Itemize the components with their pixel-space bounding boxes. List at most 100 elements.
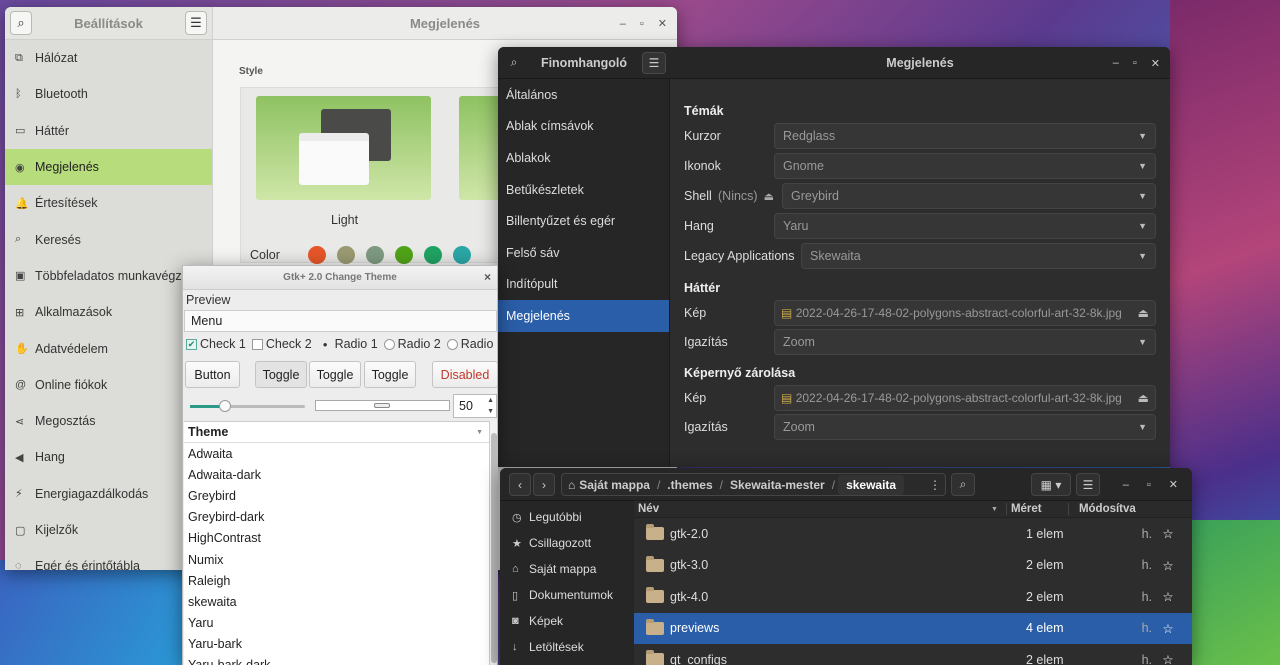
sidebar-item[interactable]: ⌕ Keresés bbox=[5, 221, 212, 257]
minimize-icon[interactable]: – bbox=[1123, 479, 1129, 491]
star-icon[interactable]: ☆ bbox=[1152, 652, 1184, 665]
maximize-icon[interactable]: ▫ bbox=[640, 18, 644, 30]
search-button[interactable]: ⌕ bbox=[951, 473, 975, 496]
sidebar-item[interactable]: ⋖ Megosztás bbox=[5, 403, 212, 439]
theme-list-item[interactable]: Adwaita-dark bbox=[184, 464, 489, 485]
theme-list-item[interactable]: Adwaita bbox=[184, 443, 489, 464]
theme-list-item[interactable]: HighContrast bbox=[184, 528, 489, 549]
star-icon[interactable]: ☆ bbox=[1152, 589, 1184, 604]
search-button[interactable]: ⌕ bbox=[502, 52, 526, 74]
checkbox-checked-icon[interactable]: ✔ bbox=[186, 338, 197, 350]
minimize-icon[interactable]: – bbox=[620, 18, 626, 30]
close-icon[interactable]: ✕ bbox=[658, 17, 667, 30]
tweaks-sidebar-item[interactable]: Indítópult bbox=[498, 269, 669, 301]
col-size[interactable]: Méret bbox=[1005, 503, 1068, 515]
sidebar-item[interactable]: ◀ Hang bbox=[5, 439, 212, 475]
menu-button[interactable]: ☰ bbox=[1076, 473, 1100, 496]
color-swatch[interactable] bbox=[395, 246, 413, 264]
lock-adjust-dropdown[interactable]: Zoom ▼ bbox=[774, 414, 1156, 440]
radio-selected-icon[interactable]: ● bbox=[323, 340, 328, 349]
tweaks-sidebar-item[interactable]: Általános bbox=[498, 79, 669, 111]
sidebar-item[interactable]: ◌ Egér és érintőtábla bbox=[5, 548, 212, 570]
maximize-icon[interactable]: ▫ bbox=[1147, 479, 1151, 491]
col-modified[interactable]: Módosítva bbox=[1067, 503, 1148, 515]
color-swatch[interactable] bbox=[337, 246, 355, 264]
sidebar-item[interactable]: ▢ Kijelzők bbox=[5, 512, 212, 548]
icons-dropdown[interactable]: Gnome ▼ bbox=[774, 153, 1156, 179]
color-swatch[interactable] bbox=[424, 246, 442, 264]
table-row[interactable]: gtk-3.0 2 elem h. ☆ bbox=[634, 550, 1192, 582]
files-sidebar-item[interactable]: ▯ Dokumentumok bbox=[500, 582, 634, 608]
sidebar-item[interactable]: ᛒ Bluetooth bbox=[5, 76, 212, 112]
theme-list-item[interactable]: Numix bbox=[184, 549, 489, 570]
color-swatch[interactable] bbox=[453, 246, 471, 264]
slider[interactable] bbox=[190, 400, 305, 412]
bg-image-chooser[interactable]: ▤ 2022-04-26-17-48-02-polygons-abstract-… bbox=[774, 300, 1156, 326]
back-button[interactable]: ‹ bbox=[509, 473, 531, 496]
tweaks-sidebar-item[interactable]: Felső sáv bbox=[498, 237, 669, 269]
close-icon[interactable]: ✕ bbox=[1169, 478, 1178, 491]
tweaks-sidebar-item[interactable]: Ablak címsávok bbox=[498, 111, 669, 143]
tweaks-sidebar-item[interactable]: Ablakok bbox=[498, 142, 669, 174]
sidebar-item[interactable]: ⧉ Hálózat bbox=[5, 40, 212, 76]
light-style-option[interactable] bbox=[256, 96, 431, 200]
slider-handle[interactable] bbox=[218, 400, 231, 412]
list-scrollbar[interactable] bbox=[489, 421, 497, 665]
sidebar-item[interactable]: ▭ Háttér bbox=[5, 113, 212, 149]
shell-dropdown[interactable]: Greybird ▼ bbox=[782, 183, 1156, 209]
table-row[interactable]: qt_configs 2 elem h. ☆ bbox=[634, 644, 1192, 665]
theme-list-item[interactable]: Greybird bbox=[184, 485, 489, 506]
breadcrumb-skewaita-mester[interactable]: Skewaita-mester bbox=[730, 478, 825, 492]
col-name[interactable]: Név bbox=[634, 503, 1004, 515]
color-swatch[interactable] bbox=[366, 246, 384, 264]
lock-image-chooser[interactable]: ▤ 2022-04-26-17-48-02-polygons-abstract-… bbox=[774, 385, 1156, 411]
sidebar-item[interactable]: ⚡ Energiagazdálkodás bbox=[5, 476, 212, 512]
spin-button[interactable]: 50 ▲ ▼ bbox=[453, 394, 497, 418]
sidebar-item[interactable]: ✋ Adatvédelem bbox=[5, 330, 212, 366]
theme-list-item[interactable]: Greybird-dark bbox=[184, 507, 489, 528]
breadcrumb-themes[interactable]: .themes bbox=[667, 478, 712, 492]
color-swatch[interactable] bbox=[308, 246, 326, 264]
minimize-icon[interactable]: – bbox=[1113, 57, 1119, 69]
button[interactable]: Button bbox=[185, 361, 240, 388]
legacy-dropdown[interactable]: Skewaita ▼ bbox=[801, 243, 1156, 269]
files-sidebar-item[interactable]: ◷ Legutóbbi bbox=[500, 504, 634, 530]
dark-style-option[interactable] bbox=[459, 96, 499, 200]
sidebar-item[interactable]: 🔔 Értesítések bbox=[5, 185, 212, 221]
star-icon[interactable]: ☆ bbox=[1152, 621, 1184, 636]
theme-list-item[interactable]: Yaru-bark bbox=[184, 634, 489, 655]
close-icon[interactable]: × bbox=[484, 270, 491, 284]
menu-bar[interactable]: Menu bbox=[184, 310, 497, 332]
radio-icon[interactable] bbox=[446, 338, 458, 350]
breadcrumb-current[interactable]: skewaita bbox=[838, 474, 905, 495]
spin-arrows-icon[interactable]: ▲ ▼ bbox=[487, 395, 494, 417]
sidebar-item[interactable]: @ Online fiókok bbox=[5, 367, 212, 403]
theme-column-header[interactable]: Theme ▼ bbox=[184, 422, 489, 443]
star-icon[interactable]: ☆ bbox=[1152, 526, 1184, 541]
table-row[interactable]: previews 4 elem h. ☆ bbox=[634, 612, 1192, 644]
star-icon[interactable]: ☆ bbox=[1152, 558, 1184, 573]
files-sidebar-item[interactable]: ⌂ Saját mappa bbox=[500, 556, 634, 582]
toggle-button-1[interactable]: Toggle bbox=[255, 361, 307, 388]
tweaks-sidebar-item[interactable]: Billentyűzet és egér bbox=[498, 205, 669, 237]
close-icon[interactable]: ✕ bbox=[1151, 57, 1160, 70]
menu-button[interactable]: ☰ bbox=[185, 11, 207, 35]
menu-button[interactable]: ☰ bbox=[641, 51, 666, 74]
theme-list-item[interactable]: Raleigh bbox=[184, 570, 489, 591]
table-row[interactable]: gtk-4.0 2 elem h. ☆ bbox=[634, 581, 1192, 613]
checkbox-icon[interactable] bbox=[251, 338, 263, 350]
toggle-button-2[interactable]: Toggle bbox=[309, 361, 361, 388]
maximize-icon[interactable]: ▫ bbox=[1133, 57, 1137, 69]
view-mode-button[interactable]: ▦ ▾ bbox=[1031, 473, 1071, 496]
sound-dropdown[interactable]: Yaru ▼ bbox=[774, 213, 1156, 239]
sidebar-item[interactable]: ⊞ Alkalmazások bbox=[5, 294, 212, 330]
sidebar-item[interactable]: ▣ Többfeladatos munkavégzés bbox=[5, 258, 212, 294]
cursor-dropdown[interactable]: Redglass ▼ bbox=[774, 123, 1156, 149]
tweaks-sidebar-item[interactable]: Betűkészletek bbox=[498, 174, 669, 206]
theme-list-item[interactable]: Yaru-bark-dark bbox=[184, 655, 489, 665]
bg-adjust-dropdown[interactable]: Zoom ▼ bbox=[774, 329, 1156, 355]
scrollbar-thumb[interactable] bbox=[491, 433, 497, 663]
search-button[interactable]: ⌕ bbox=[10, 11, 32, 35]
theme-list-item[interactable]: Yaru bbox=[184, 613, 489, 634]
toggle-button-3[interactable]: Toggle bbox=[364, 361, 416, 388]
